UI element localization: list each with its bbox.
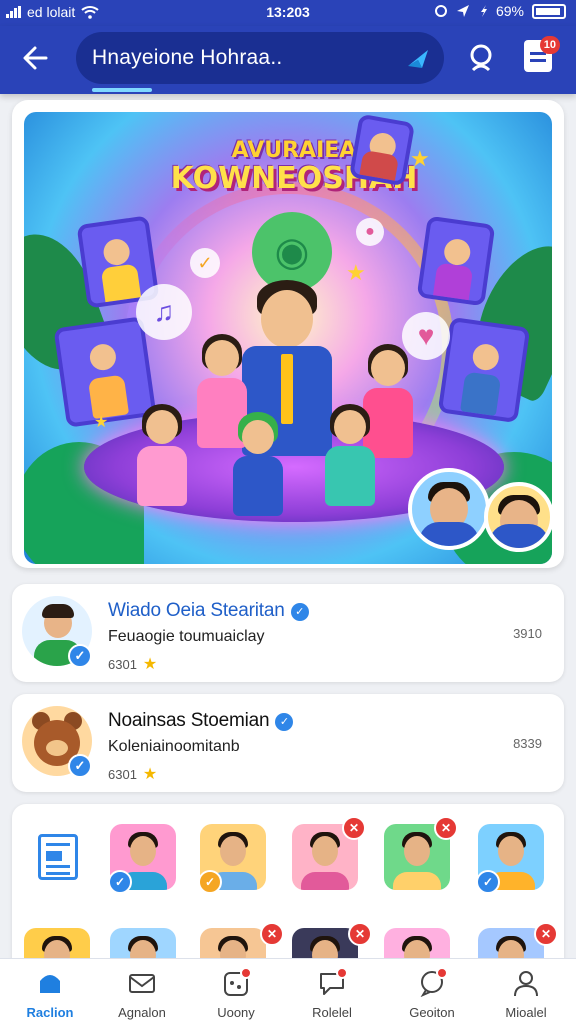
photo-frame <box>416 215 496 307</box>
search-input[interactable]: Hnayeione Hohraa.. <box>76 32 444 92</box>
channel-name-text: Wiado Oeia Stearitan <box>108 600 285 621</box>
remove-icon[interactable]: ✕ <box>260 922 284 946</box>
channel-count-value: 6301 <box>108 657 137 672</box>
document-icon[interactable] <box>38 834 78 880</box>
star-icon: ★ <box>346 260 366 285</box>
app-bar: Hnayeione Hohraa.. 10 <box>0 26 576 94</box>
send-icon[interactable] <box>406 46 430 70</box>
photo-frame <box>348 113 416 187</box>
photo-frame <box>437 316 531 424</box>
channel-meta: 3910 <box>513 626 542 641</box>
nav-item-game[interactable]: Uoony <box>188 959 284 1024</box>
child-figure <box>320 404 380 514</box>
channel-count: 6301 ★ <box>108 654 157 674</box>
remove-icon[interactable]: ✕ <box>348 922 372 946</box>
search-button[interactable] <box>466 42 498 74</box>
mail-icon <box>129 974 155 993</box>
nav-label: Uoony <box>217 1005 255 1020</box>
status-right: 69% <box>434 3 566 19</box>
star-icon: ★ <box>142 656 158 673</box>
verified-icon: ✓ <box>476 870 500 894</box>
nav-label: Mioalel <box>505 1005 547 1020</box>
nav-label: Rolelel <box>312 1005 352 1020</box>
location-pin-icon: ● <box>356 218 384 246</box>
profile-icon <box>514 971 538 997</box>
notification-dot <box>436 967 448 979</box>
remove-icon[interactable]: ✕ <box>434 816 458 840</box>
verified-icon: ✓ <box>198 870 222 894</box>
child-figure <box>132 404 192 514</box>
channel-count: 6301 ★ <box>108 764 157 784</box>
channel-subtitle: Feuaogie toumuaiclay <box>108 628 265 645</box>
nav-label: Agnalon <box>118 1005 166 1020</box>
remove-icon[interactable]: ✕ <box>534 922 558 946</box>
nav-item-mail[interactable]: Agnalon <box>94 959 190 1024</box>
channel-meta: 8339 <box>513 736 542 751</box>
channel-name[interactable]: Noainsas Stoemian ✓ <box>108 710 294 732</box>
notification-dot <box>336 967 348 979</box>
nav-item-comment[interactable]: Geoiton <box>384 959 480 1024</box>
star-icon: ★ <box>410 146 430 171</box>
presenter-avatar <box>408 468 490 550</box>
nav-item-home[interactable]: Raclion <box>2 959 98 1024</box>
star-icon: ★ <box>94 414 109 431</box>
home-icon <box>40 975 60 993</box>
location-icon <box>456 5 469 17</box>
verified-icon: ✓ <box>108 870 132 894</box>
channel-card[interactable]: ✓ Noainsas Stoemian ✓ Koleniainoomitanb 6… <box>12 694 564 792</box>
hero-banner-image[interactable]: AVURAIEA KOWNEOSHAH ♫ ♥ ✓ ● ◉ ★ ★ ★ <box>24 112 552 564</box>
nav-label: Geoiton <box>409 1005 455 1020</box>
signal-strength-icon <box>480 5 487 17</box>
search-underline <box>92 88 152 92</box>
verified-icon: ✓ <box>68 644 92 668</box>
verified-icon: ✓ <box>68 754 92 778</box>
search-query: Hnayeione Hohraa.. <box>92 46 283 69</box>
bottom-nav: Raclion Agnalon Uoony Rolelel Geoiton Mi… <box>0 958 576 1024</box>
child-figure <box>228 412 288 522</box>
verified-badge-icon: ✓ <box>275 713 294 731</box>
back-button[interactable] <box>18 40 54 76</box>
notification-dot <box>240 967 252 979</box>
alarm-icon <box>434 5 447 17</box>
remove-icon[interactable]: ✕ <box>342 816 366 840</box>
nav-label: Raclion <box>26 1005 74 1020</box>
music-note-icon: ♫ <box>136 284 192 340</box>
hero-card[interactable]: AVURAIEA KOWNEOSHAH ♫ ♥ ✓ ● ◉ ★ ★ ★ <box>12 100 564 568</box>
battery-icon <box>532 3 566 19</box>
star-icon: ★ <box>142 766 158 783</box>
status-bar: ed lolait 13:203 69% <box>0 0 576 26</box>
channel-count-value: 6301 <box>108 767 137 782</box>
nav-item-profile[interactable]: Mioalel <box>478 959 574 1024</box>
channel-name-text: Noainsas Stoemian <box>108 710 270 731</box>
notification-badge: 10 <box>539 36 560 54</box>
notifications-button[interactable]: 10 <box>524 36 560 72</box>
battery-percent: 69% <box>495 3 524 19</box>
verified-badge-icon: ✓ <box>290 603 309 621</box>
channel-name[interactable]: Wiado Oeia Stearitan ✓ <box>108 600 309 622</box>
search-icon <box>470 44 492 72</box>
check-icon: ✓ <box>190 248 220 278</box>
channel-card[interactable]: ✓ Wiado Oeia Stearitan ✓ Feuaogie toumuai… <box>12 584 564 682</box>
channel-subtitle: Koleniainoomitanb <box>108 738 240 755</box>
arrow-left-icon <box>23 46 48 70</box>
nav-item-chat[interactable]: Rolelel <box>284 959 380 1024</box>
presenter-avatar <box>484 482 552 552</box>
